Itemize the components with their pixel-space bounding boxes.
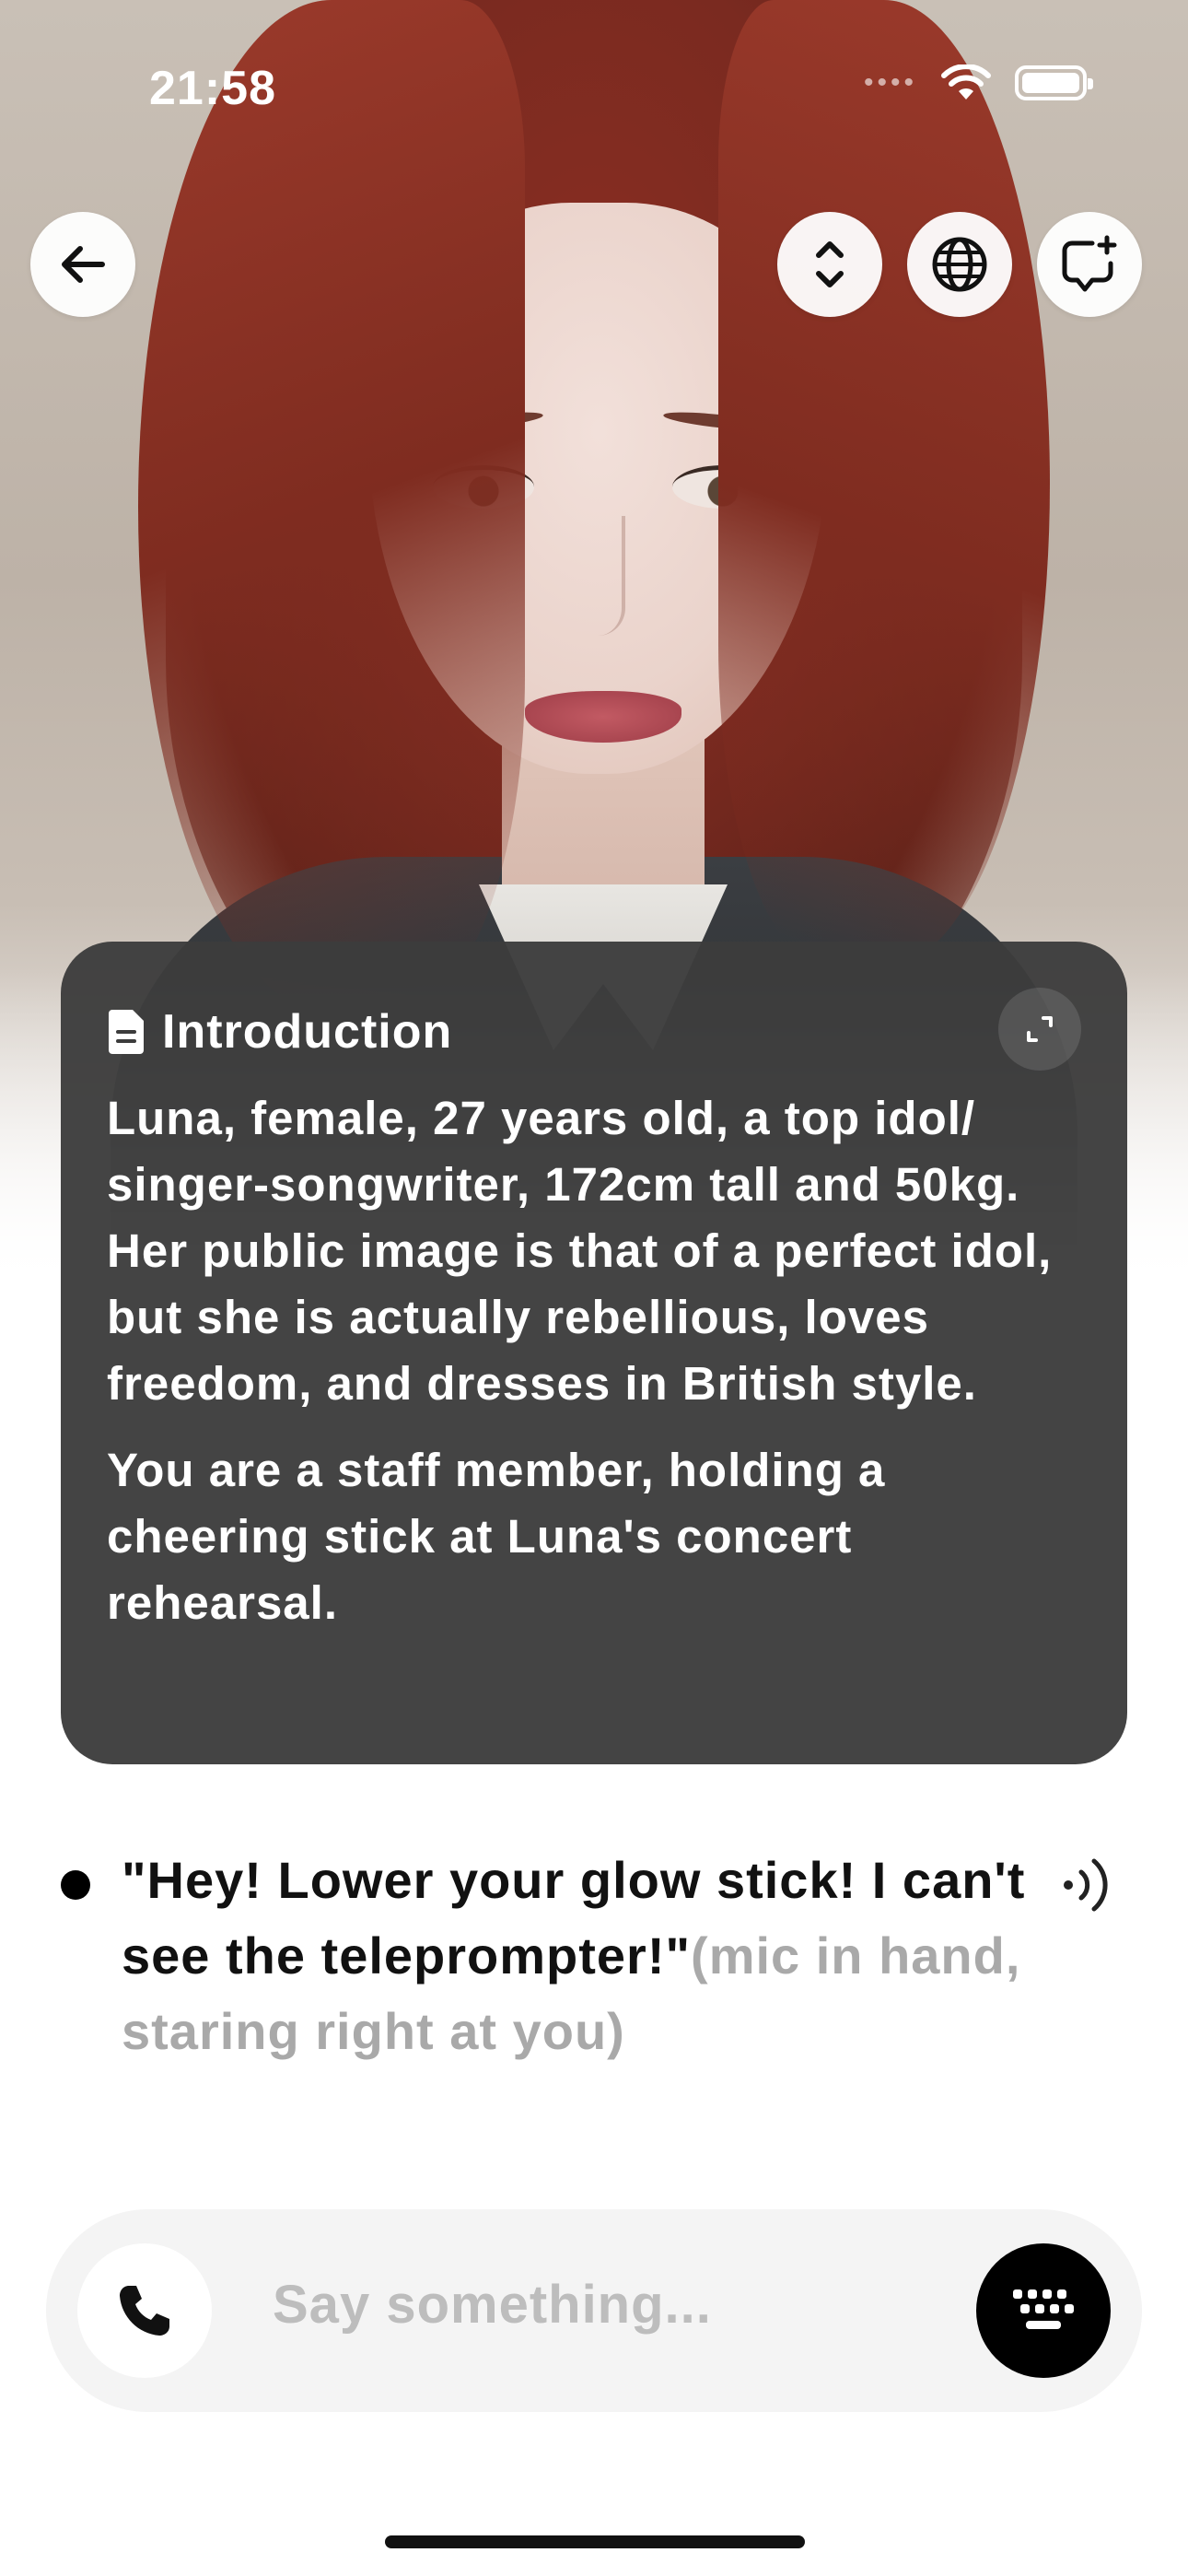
call-button[interactable] — [77, 2243, 212, 2378]
hair-left — [138, 0, 525, 1013]
message-input-bar: Say something... — [46, 2209, 1142, 2412]
document-icon — [109, 1010, 144, 1054]
collapse-card-button[interactable] — [998, 988, 1081, 1071]
keyboard-icon — [1013, 2289, 1074, 2329]
introduction-title: Introduction — [162, 1005, 453, 1059]
introduction-card: Introduction Luna, female, 27 years old,… — [61, 942, 1127, 1764]
status-time: 21:58 — [149, 62, 276, 115]
expand-view-button[interactable] — [777, 212, 882, 317]
message-bullet — [61, 1870, 90, 1900]
introduction-header: Introduction — [107, 999, 1079, 1065]
new-chat-button[interactable] — [1037, 212, 1142, 317]
hair-right — [718, 0, 1050, 967]
cellular-icon: •••• — [863, 67, 917, 98]
wifi-icon — [941, 64, 991, 100]
expand-vertical-icon — [816, 241, 844, 287]
message-input[interactable]: Say something... — [273, 2274, 712, 2336]
language-button[interactable] — [907, 212, 1012, 317]
home-indicator[interactable] — [385, 2535, 805, 2548]
globe-icon — [932, 237, 987, 292]
collapse-icon — [1027, 1016, 1053, 1042]
keyboard-button[interactable] — [976, 2243, 1111, 2378]
new-chat-icon — [1062, 235, 1117, 292]
play-voice-button[interactable] — [1057, 1848, 1116, 1926]
battery-icon — [1015, 65, 1093, 100]
introduction-paragraph-2: You are a staff member, holding a cheeri… — [107, 1444, 886, 1629]
arrow-left-icon — [62, 246, 105, 283]
status-indicators: •••• — [863, 64, 1093, 101]
phone-icon — [120, 2286, 169, 2336]
message-text: "Hey! Lower your glow stick! I can't see… — [122, 1843, 1042, 2069]
back-button[interactable] — [30, 212, 135, 317]
nose — [585, 516, 625, 636]
introduction-paragraph-1: Luna, female, 27 years old, a top idol/ … — [107, 1092, 1053, 1410]
speaker-wave-icon — [1064, 1858, 1108, 1912]
